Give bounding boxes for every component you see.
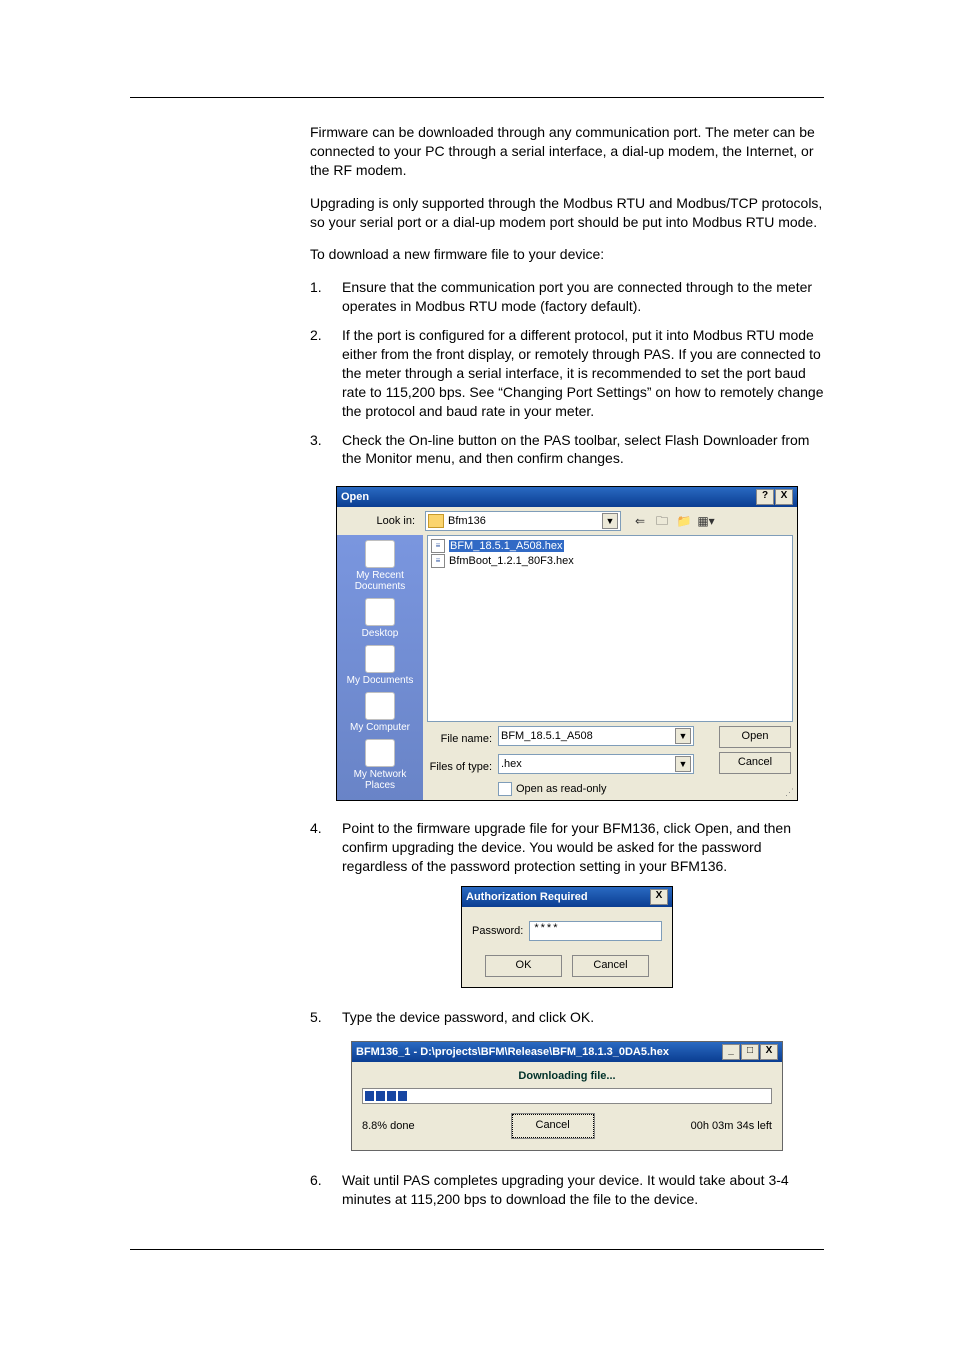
- place-recent[interactable]: My Recent Documents: [340, 540, 420, 592]
- open-button[interactable]: Open: [719, 726, 791, 748]
- titlebar: BFM136_1 - D:\projects\BFM\Release\BFM_1…: [352, 1042, 782, 1062]
- ok-button[interactable]: OK: [485, 955, 562, 977]
- cancel-button[interactable]: Cancel: [572, 955, 649, 977]
- divider-top: [130, 97, 824, 98]
- files-of-type-label: Files of type:: [427, 759, 492, 773]
- file-icon: ≡: [431, 554, 445, 568]
- look-in-label: Look in:: [347, 515, 419, 527]
- step-text: If the port is configured for a differen…: [342, 326, 824, 420]
- minimize-button[interactable]: _: [722, 1044, 740, 1060]
- files-of-type-field[interactable]: .hex ▼: [498, 754, 694, 774]
- back-icon[interactable]: ⇐: [631, 512, 649, 530]
- look-in-value: Bfm136: [448, 515, 486, 527]
- password-field[interactable]: ****: [529, 921, 662, 941]
- new-folder-icon[interactable]: 📁: [675, 512, 693, 530]
- progress-bar: [362, 1088, 772, 1104]
- step-text: Point to the firmware upgrade file for y…: [342, 819, 824, 876]
- close-button[interactable]: X: [650, 889, 668, 905]
- step-number: 2.: [310, 326, 342, 345]
- recent-icon: [365, 540, 395, 568]
- cancel-button[interactable]: Cancel: [512, 1114, 594, 1138]
- step-number: 6.: [310, 1171, 342, 1190]
- open-file-dialog: Open ? X Look in: Bfm136 ▼ ⇐ 🗀 📁: [336, 486, 798, 801]
- password-label: Password:: [472, 925, 523, 937]
- maximize-button[interactable]: □: [741, 1044, 759, 1060]
- file-name-value: BFM_18.5.1_A508: [501, 730, 593, 742]
- dialog-title: Open: [341, 491, 369, 503]
- help-button[interactable]: ?: [756, 489, 774, 505]
- place-desktop[interactable]: Desktop: [340, 598, 420, 639]
- computer-icon: [365, 692, 395, 720]
- file-name: BfmBoot_1.2.1_80F3.hex: [449, 555, 574, 567]
- file-name-field[interactable]: BFM_18.5.1_A508 ▼: [498, 726, 694, 746]
- up-folder-icon[interactable]: 🗀: [653, 512, 671, 530]
- views-icon[interactable]: ▦▾: [697, 512, 715, 530]
- desktop-icon: [365, 598, 395, 626]
- step-text: Ensure that the communication port you a…: [342, 278, 824, 316]
- close-button[interactable]: X: [775, 489, 793, 505]
- resize-grip-icon[interactable]: ⋰: [785, 788, 795, 798]
- file-item[interactable]: ≡ BfmBoot_1.2.1_80F3.hex: [431, 554, 789, 568]
- documents-icon: [365, 645, 395, 673]
- file-item[interactable]: ≡ BFM_18.5.1_A508.hex: [431, 539, 789, 553]
- paragraph: To download a new firmware file to your …: [310, 245, 824, 264]
- step-number: 3.: [310, 431, 342, 450]
- step-text: Wait until PAS completes upgrading your …: [342, 1171, 824, 1209]
- chevron-down-icon[interactable]: ▼: [675, 728, 691, 744]
- place-documents[interactable]: My Documents: [340, 645, 420, 686]
- step-text: Check the On-line button on the PAS tool…: [342, 431, 824, 469]
- files-of-type-value: .hex: [501, 758, 522, 770]
- paragraph: Upgrading is only supported through the …: [310, 194, 824, 232]
- divider-bottom: [130, 1249, 824, 1250]
- step-number: 1.: [310, 278, 342, 297]
- time-remaining: 00h 03m 34s left: [691, 1120, 772, 1132]
- step-text: Type the device password, and click OK.: [342, 1008, 824, 1027]
- download-progress-dialog: BFM136_1 - D:\projects\BFM\Release\BFM_1…: [351, 1041, 783, 1151]
- titlebar: Authorization Required X: [462, 887, 672, 907]
- read-only-label: Open as read-only: [516, 783, 607, 795]
- file-name-label: File name:: [427, 731, 492, 745]
- dialog-title: Authorization Required: [466, 891, 588, 903]
- paragraph: Firmware can be downloaded through any c…: [310, 123, 824, 180]
- titlebar: Open ? X: [337, 487, 797, 507]
- download-heading: Downloading file...: [362, 1070, 772, 1082]
- place-computer[interactable]: My Computer: [340, 692, 420, 733]
- file-name: BFM_18.5.1_A508.hex: [449, 540, 564, 552]
- look-in-dropdown[interactable]: Bfm136 ▼: [425, 511, 621, 531]
- file-list[interactable]: ≡ BFM_18.5.1_A508.hex ≡ BfmBoot_1.2.1_80…: [427, 535, 793, 722]
- step-number: 5.: [310, 1008, 342, 1027]
- folder-icon: [428, 514, 444, 528]
- file-icon: ≡: [431, 539, 445, 553]
- close-button[interactable]: X: [760, 1044, 778, 1060]
- progress-percent: 8.8% done: [362, 1120, 415, 1132]
- chevron-down-icon[interactable]: ▼: [675, 756, 691, 772]
- read-only-checkbox[interactable]: [498, 782, 512, 796]
- cancel-button[interactable]: Cancel: [719, 752, 791, 774]
- place-network[interactable]: My Network Places: [340, 739, 420, 791]
- dialog-title: BFM136_1 - D:\projects\BFM\Release\BFM_1…: [356, 1046, 669, 1058]
- chevron-down-icon[interactable]: ▼: [602, 513, 618, 529]
- network-icon: [365, 739, 395, 767]
- step-number: 4.: [310, 819, 342, 838]
- authorization-dialog: Authorization Required X Password: **** …: [461, 886, 673, 988]
- places-bar: My Recent Documents Desktop My Documents…: [337, 535, 423, 800]
